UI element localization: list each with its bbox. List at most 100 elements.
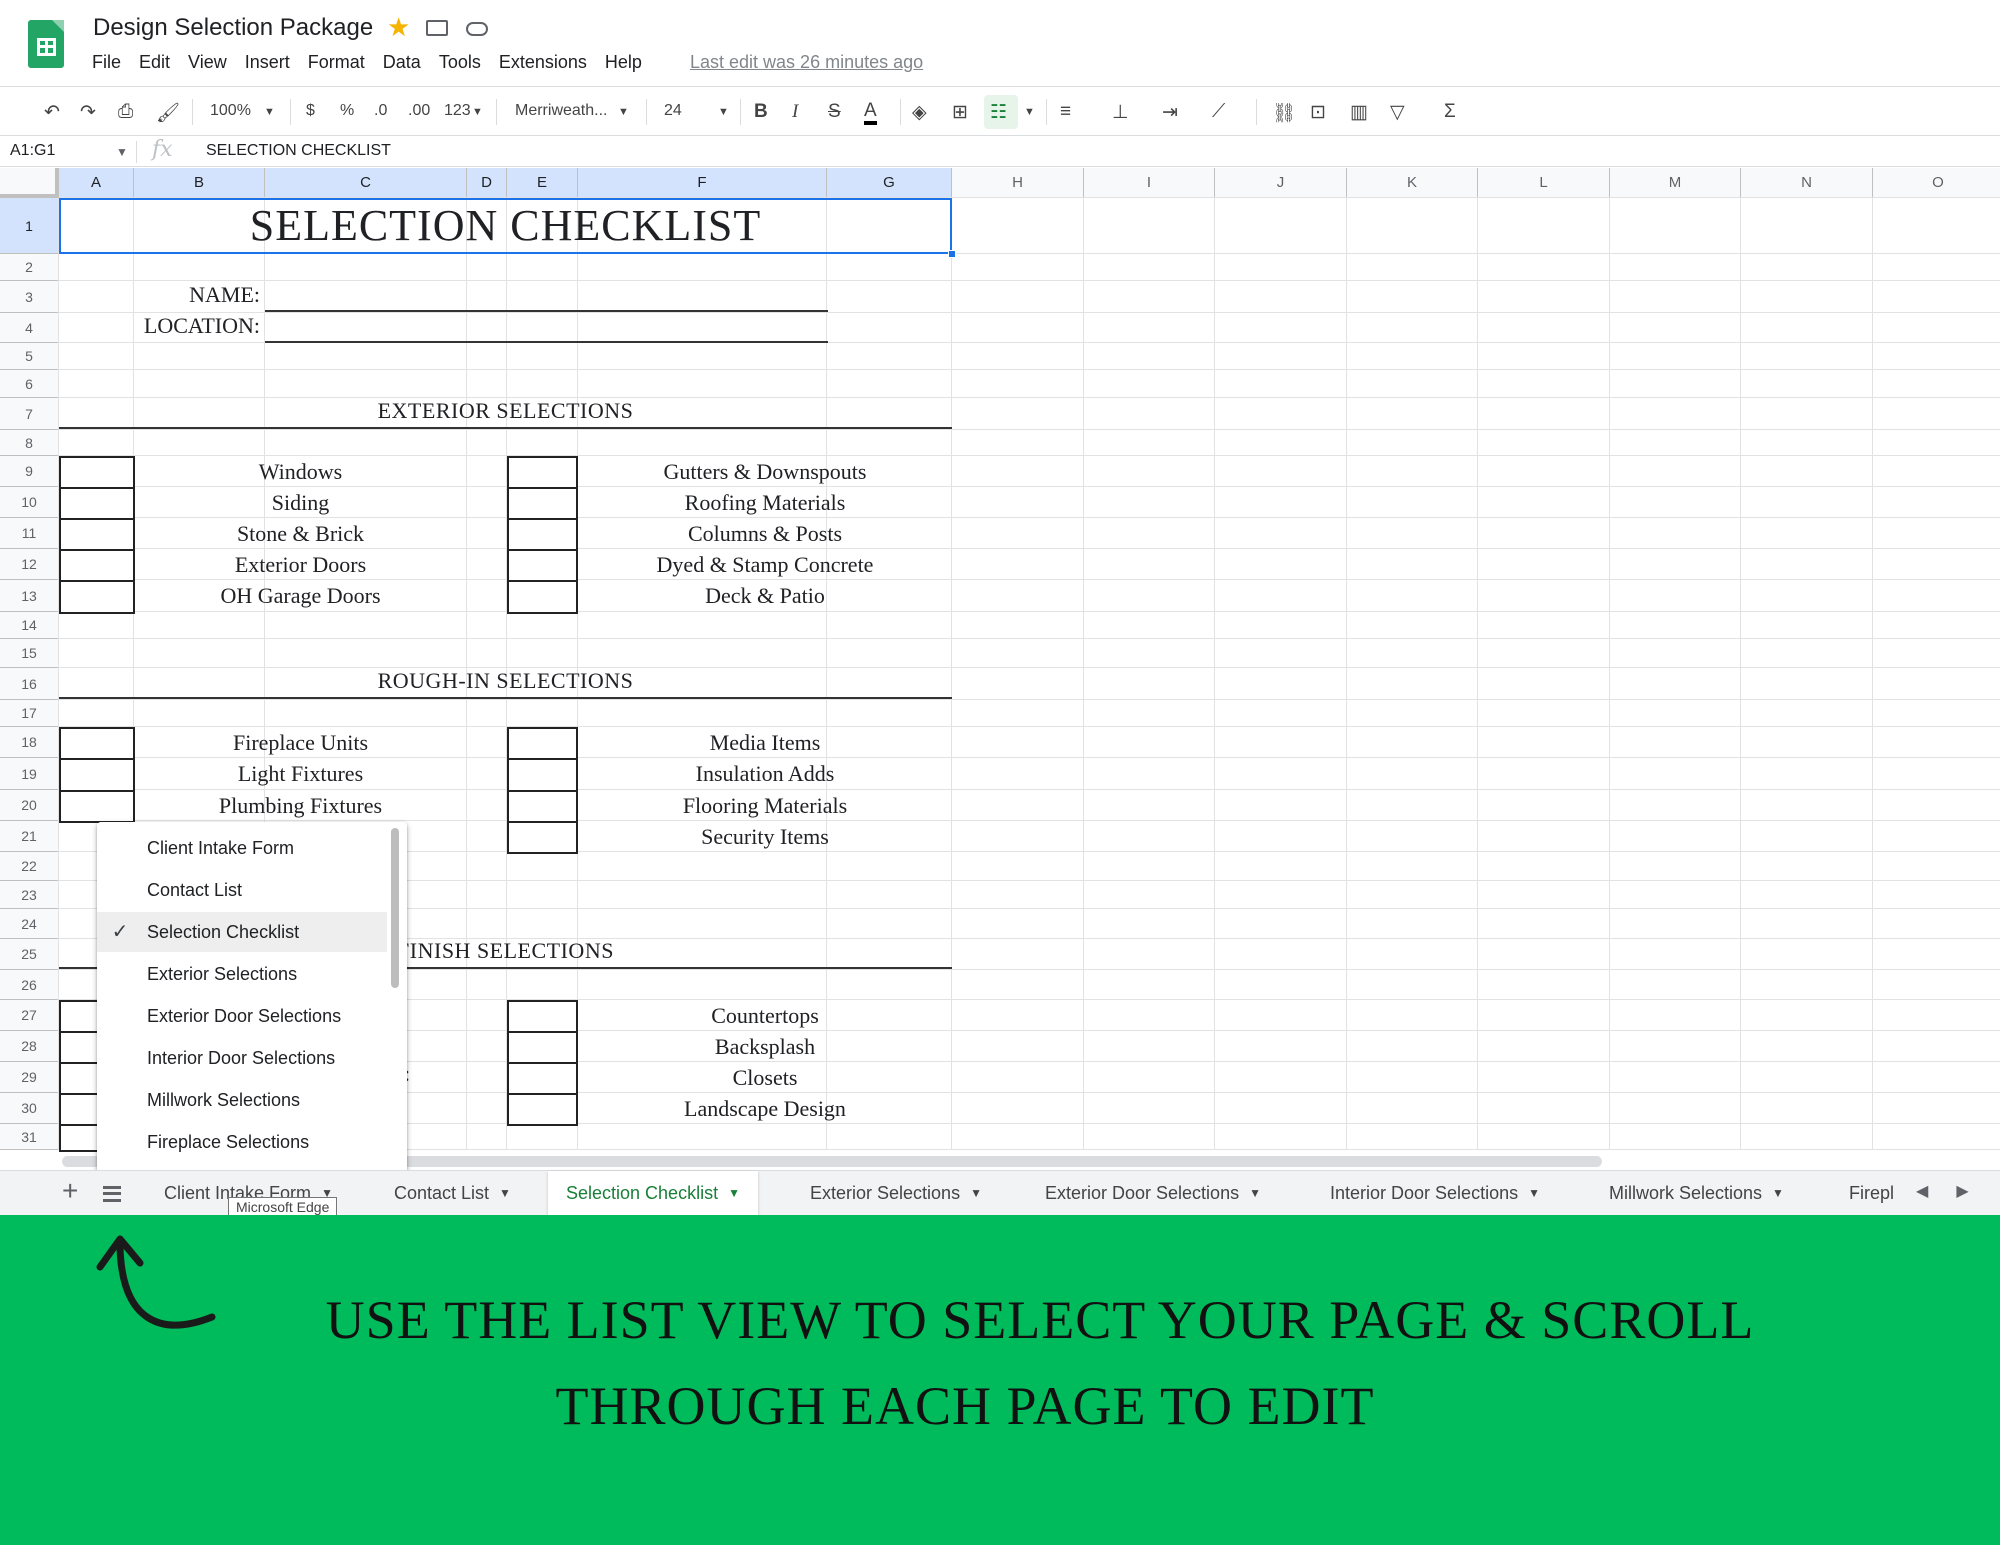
- column-header-l[interactable]: L: [1478, 168, 1610, 198]
- menu-scrollbar[interactable]: [391, 828, 399, 988]
- sheet-list-item-exterior-selections[interactable]: Exterior Selections: [97, 954, 387, 994]
- checklist-item[interactable]: Roofing Materials: [578, 487, 952, 518]
- row-header-12[interactable]: 12: [0, 549, 59, 580]
- checkbox-cell[interactable]: [59, 487, 135, 520]
- paint-format-icon[interactable]: 🖌: [156, 101, 180, 125]
- name-box[interactable]: A1:G1: [10, 142, 55, 160]
- menu-data[interactable]: Data: [383, 52, 421, 73]
- print-icon[interactable]: ⎙: [118, 101, 133, 123]
- checkbox-cell[interactable]: [507, 1062, 578, 1095]
- sheet-list-item-millwork-selections[interactable]: Millwork Selections: [97, 1080, 387, 1120]
- filter-icon[interactable]: ▽: [1390, 101, 1405, 124]
- row-header-23[interactable]: 23: [0, 881, 59, 909]
- checkbox-cell[interactable]: [59, 456, 135, 489]
- row-header-18[interactable]: 18: [0, 727, 59, 758]
- row-header-21[interactable]: 21: [0, 821, 59, 852]
- horizontal-align-icon[interactable]: ≡: [1060, 101, 1071, 123]
- checklist-item[interactable]: Dyed & Stamp Concrete: [578, 549, 952, 580]
- comment-icon[interactable]: ⊡: [1310, 101, 1326, 124]
- row-header-28[interactable]: 28: [0, 1031, 59, 1062]
- checkbox-cell[interactable]: [59, 580, 135, 614]
- checkbox-cell[interactable]: [507, 821, 578, 854]
- menu-view[interactable]: View: [188, 52, 227, 73]
- row-header-25[interactable]: 25: [0, 939, 59, 970]
- formula-input[interactable]: SELECTION CHECKLIST: [206, 142, 391, 160]
- row-header-31[interactable]: 31: [0, 1124, 59, 1150]
- row-header-27[interactable]: 27: [0, 1000, 59, 1031]
- checklist-item[interactable]: Media Items: [578, 727, 952, 758]
- tab-millwork-selections[interactable]: Millwork Selections▼: [1591, 1171, 1802, 1215]
- fill-handle[interactable]: [948, 250, 956, 258]
- tab-fireplace-partial[interactable]: Firepl: [1831, 1171, 1903, 1215]
- sheet-list-item-exterior-door-selections[interactable]: Exterior Door Selections: [97, 996, 387, 1036]
- row-header-20[interactable]: 20: [0, 790, 59, 821]
- checklist-item[interactable]: Plumbing Fixtures: [134, 790, 467, 821]
- text-color-button[interactable]: A: [864, 101, 877, 125]
- sheet-list-item-fireplace-selections[interactable]: Fireplace Selections: [97, 1122, 387, 1162]
- tab-contact-list[interactable]: Contact List▼: [376, 1171, 529, 1215]
- checklist-item[interactable]: Light Fixtures: [134, 758, 467, 790]
- row-header-29[interactable]: 29: [0, 1062, 59, 1093]
- checkbox-cell[interactable]: [507, 549, 578, 582]
- column-header-a[interactable]: A: [59, 168, 134, 198]
- checklist-item[interactable]: Landscape Design: [578, 1093, 952, 1124]
- column-header-f[interactable]: F: [578, 168, 827, 198]
- row-header-1[interactable]: 1: [0, 198, 59, 254]
- checklist-item[interactable]: Deck & Patio: [578, 580, 952, 612]
- all-sheets-list-icon[interactable]: [103, 1186, 121, 1202]
- row-header-22[interactable]: 22: [0, 852, 59, 881]
- checkbox-cell[interactable]: [59, 518, 135, 551]
- column-header-i[interactable]: I: [1084, 168, 1215, 198]
- add-sheet-button[interactable]: +: [62, 1175, 78, 1207]
- decrease-decimal-button[interactable]: .0: [374, 102, 387, 120]
- checkbox-cell[interactable]: [507, 727, 578, 760]
- checkbox-cell[interactable]: [507, 758, 578, 792]
- checkbox-cell[interactable]: [507, 1000, 578, 1033]
- column-header-k[interactable]: K: [1347, 168, 1478, 198]
- sheet-list-item-contact-list[interactable]: Contact List: [97, 870, 387, 910]
- checklist-item[interactable]: Backsplash: [578, 1031, 952, 1062]
- checkbox-cell[interactable]: [59, 727, 135, 760]
- row-header-9[interactable]: 9: [0, 456, 59, 487]
- column-header-c[interactable]: C: [265, 168, 467, 198]
- checkbox-cell[interactable]: [507, 1031, 578, 1064]
- row-header-26[interactable]: 26: [0, 970, 59, 1000]
- checklist-item[interactable]: Closets: [578, 1062, 952, 1093]
- row-header-6[interactable]: 6: [0, 370, 59, 398]
- chevron-left-icon[interactable]: ◀: [1916, 1183, 1928, 1200]
- column-header-m[interactable]: M: [1610, 168, 1741, 198]
- menu-extensions[interactable]: Extensions: [499, 52, 587, 73]
- sheet-list-item-interior-door-selections[interactable]: Interior Door Selections: [97, 1038, 387, 1078]
- column-header-b[interactable]: B: [134, 168, 265, 198]
- row-header-17[interactable]: 17: [0, 700, 59, 727]
- column-header-g[interactable]: G: [827, 168, 952, 198]
- link-icon[interactable]: ⛓: [1272, 101, 1296, 125]
- column-header-n[interactable]: N: [1741, 168, 1873, 198]
- text-wrap-icon[interactable]: ⇥: [1162, 101, 1178, 124]
- checkbox-cell[interactable]: [507, 456, 578, 489]
- checklist-item[interactable]: Stone & Brick: [134, 518, 467, 549]
- currency-button[interactable]: $: [306, 102, 315, 120]
- column-header-h[interactable]: H: [952, 168, 1084, 198]
- row-header-13[interactable]: 13: [0, 580, 59, 612]
- column-header-j[interactable]: J: [1215, 168, 1347, 198]
- row-header-14[interactable]: 14: [0, 612, 59, 639]
- row-header-3[interactable]: 3: [0, 281, 59, 313]
- menu-file[interactable]: File: [92, 52, 121, 73]
- chart-icon[interactable]: ▥: [1350, 101, 1368, 124]
- checklist-item[interactable]: Exterior Doors: [134, 549, 467, 580]
- row-header-11[interactable]: 11: [0, 518, 59, 549]
- tab-exterior-door-selections[interactable]: Exterior Door Selections▼: [1027, 1171, 1279, 1215]
- menu-format[interactable]: Format: [308, 52, 365, 73]
- font-size-select[interactable]: 24: [664, 102, 682, 120]
- checkbox-cell[interactable]: [507, 1093, 578, 1126]
- checklist-item[interactable]: Columns & Posts: [578, 518, 952, 549]
- menu-tools[interactable]: Tools: [439, 52, 481, 73]
- checkbox-cell[interactable]: [507, 790, 578, 823]
- checklist-item[interactable]: Countertops: [578, 1000, 952, 1031]
- move-folder-icon[interactable]: [426, 20, 448, 36]
- checklist-item[interactable]: Siding: [134, 487, 467, 518]
- row-header-24[interactable]: 24: [0, 909, 59, 939]
- row-header-16[interactable]: 16: [0, 668, 59, 700]
- row-header-5[interactable]: 5: [0, 343, 59, 370]
